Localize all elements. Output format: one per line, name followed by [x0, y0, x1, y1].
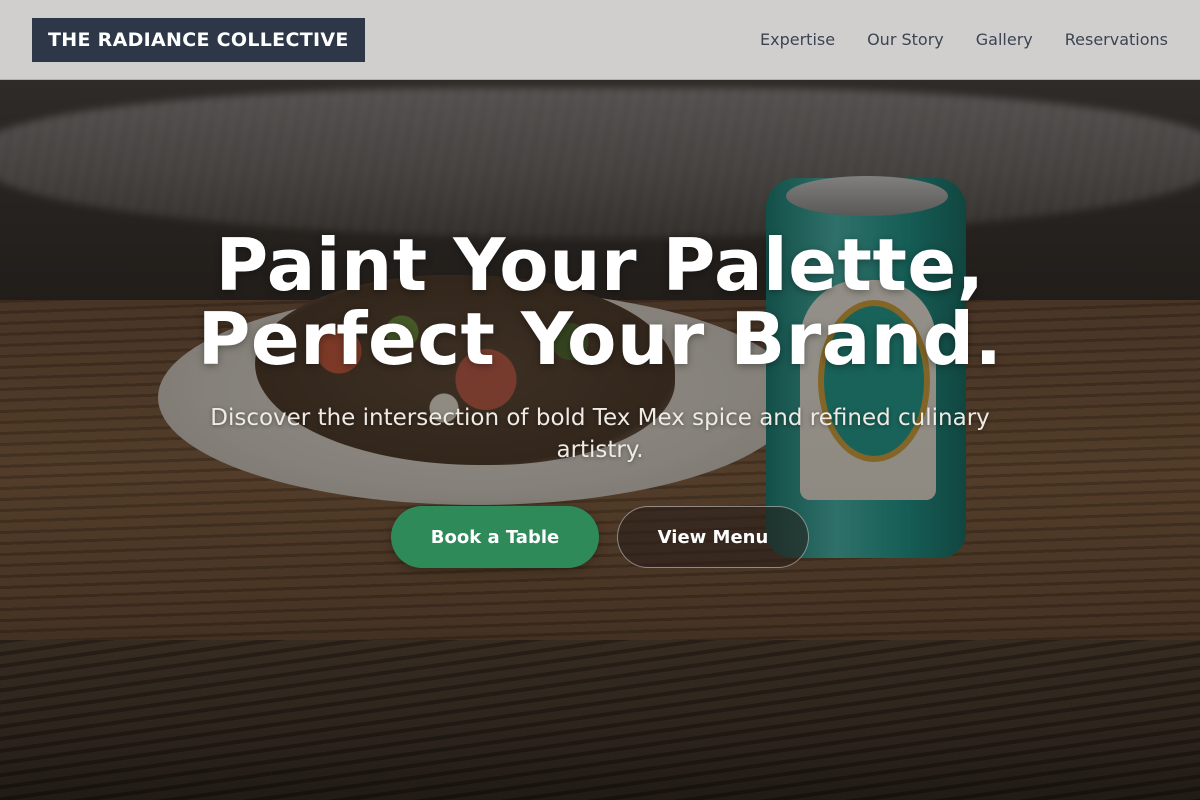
hero-content: Paint Your Palette, Perfect Your Brand. … [0, 228, 1200, 568]
hero-headline: Paint Your Palette, Perfect Your Brand. [0, 228, 1200, 376]
nav-link-gallery[interactable]: Gallery [976, 30, 1033, 49]
cta-group: Book a Table View Menu [0, 506, 1200, 568]
main-nav: Expertise Our Story Gallery Reservations [760, 30, 1168, 49]
site-header: THE RADIANCE COLLECTIVE Expertise Our St… [0, 0, 1200, 80]
nav-link-our-story[interactable]: Our Story [867, 30, 944, 49]
nav-link-expertise[interactable]: Expertise [760, 30, 835, 49]
book-table-button[interactable]: Book a Table [391, 506, 599, 568]
brand-logo[interactable]: THE RADIANCE COLLECTIVE [32, 17, 365, 62]
hero-headline-line-1: Paint Your Palette, [215, 223, 985, 307]
view-menu-button[interactable]: View Menu [617, 506, 809, 568]
hero-subtitle: Discover the intersection of bold Tex Me… [210, 405, 990, 463]
hero-headline-line-2: Perfect Your Brand. [197, 297, 1003, 381]
page: THE RADIANCE COLLECTIVE Expertise Our St… [0, 0, 1200, 800]
nav-link-reservations[interactable]: Reservations [1065, 30, 1168, 49]
